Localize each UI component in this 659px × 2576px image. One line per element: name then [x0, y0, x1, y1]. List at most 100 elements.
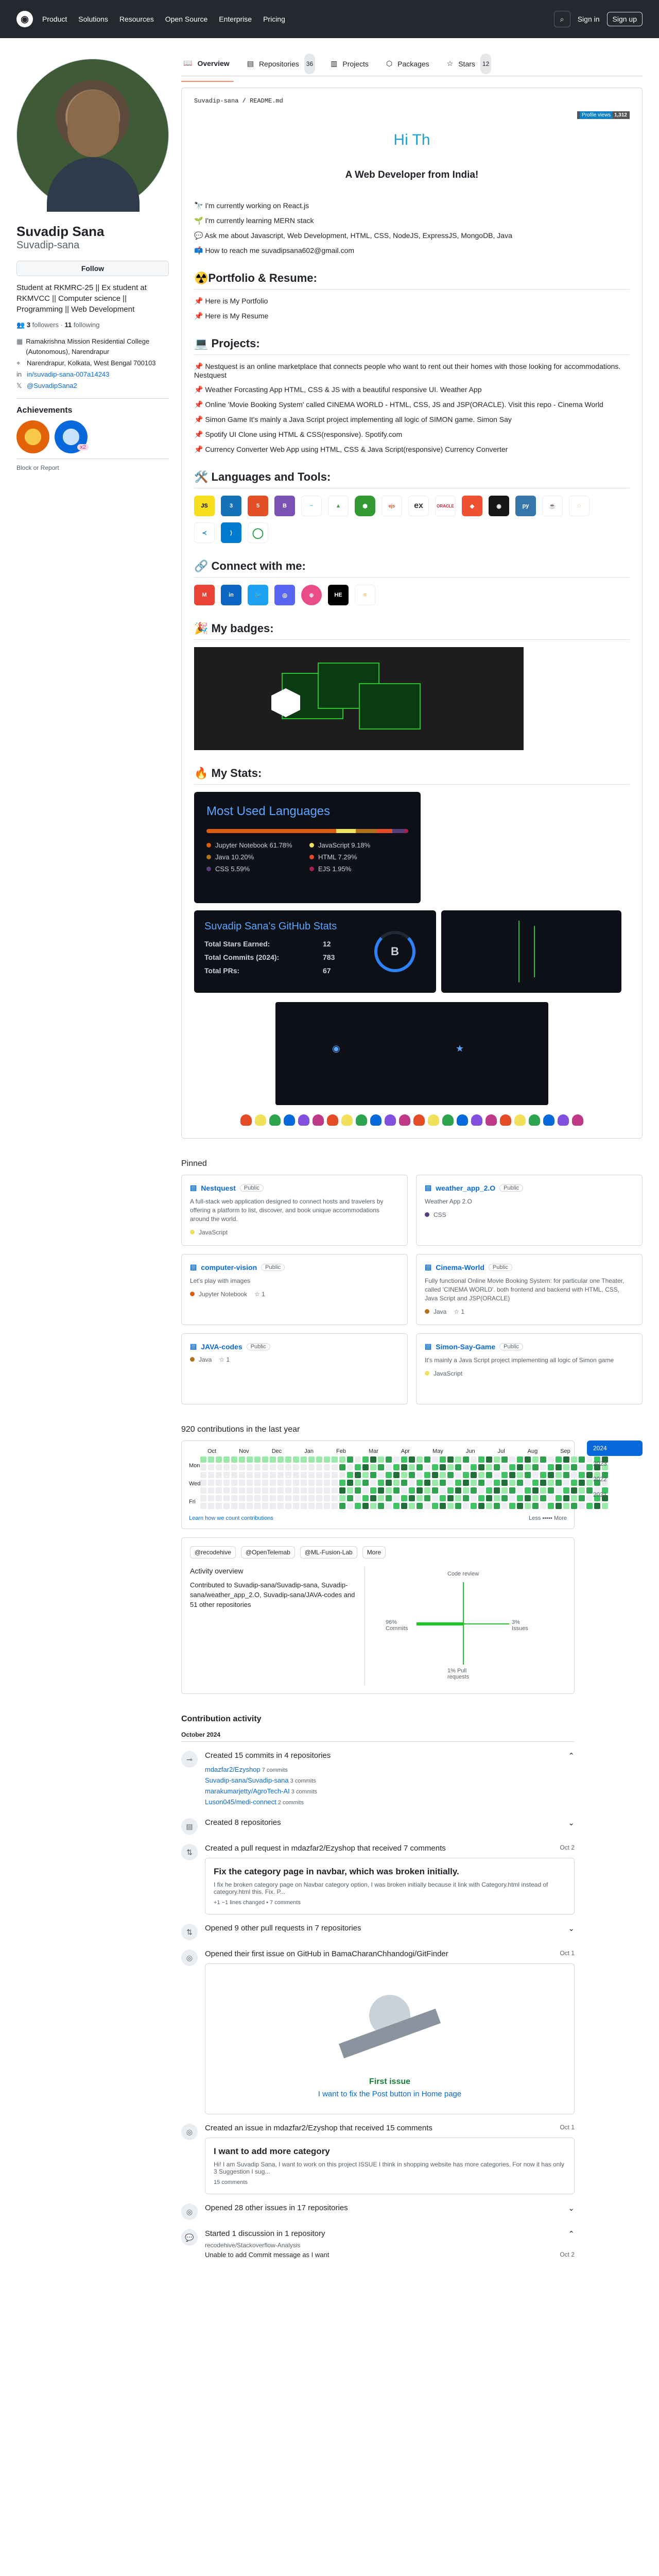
- discussion-repo[interactable]: recodehive/Stackoverflow-Analysis: [205, 2242, 575, 2249]
- project-item[interactable]: 📌 Nestquest is an online marketplace tha…: [194, 362, 630, 379]
- pinned-repo-card[interactable]: ▤ weather_app_2.O Public Weather App 2.O CSS: [416, 1175, 643, 1246]
- tab-repositories[interactable]: ▤ Repositories 36: [245, 46, 317, 81]
- following-count[interactable]: 11: [65, 321, 72, 329]
- achievement-badge[interactable]: [16, 420, 49, 453]
- nav-product[interactable]: Product: [42, 15, 67, 23]
- git-icon[interactable]: ◆: [462, 496, 482, 516]
- org-filter[interactable]: More: [362, 1546, 386, 1558]
- profile-twitter[interactable]: @SuvadipSana2: [27, 381, 77, 391]
- block-report-link[interactable]: Block or Report: [16, 459, 169, 471]
- year-button[interactable]: 2021: [587, 1487, 643, 1502]
- followers-count[interactable]: 3: [27, 321, 30, 329]
- project-item[interactable]: 📌 Spotify UI Clone using HTML & CSS(resp…: [194, 430, 630, 439]
- intro-item[interactable]: 📫 How to reach me suvadipsana602@gmail.c…: [194, 246, 630, 255]
- nav-pricing[interactable]: Pricing: [263, 15, 285, 23]
- project-item[interactable]: 📌 Weather Forcasting App HTML, CSS & JS …: [194, 385, 630, 394]
- year-button[interactable]: 2024: [587, 1440, 643, 1456]
- sign-up-button[interactable]: Sign up: [606, 12, 643, 26]
- jupyter-icon[interactable]: ◌: [569, 496, 589, 516]
- pinned-repo-card[interactable]: ▤ computer-vision Public Let's play with im…: [181, 1254, 408, 1325]
- nav-open-source[interactable]: Open Source: [165, 15, 208, 23]
- org-filter[interactable]: @recodehive: [190, 1546, 236, 1558]
- chevron-icon[interactable]: ⌄: [568, 1818, 575, 1827]
- org-filter[interactable]: @ML-Fusion-Lab: [300, 1546, 357, 1558]
- pinned-repo-name[interactable]: Simon-Say-Game: [436, 1343, 495, 1351]
- achievement-badge[interactable]: x2: [55, 420, 89, 453]
- twitter-icon[interactable]: 🐦: [248, 585, 268, 605]
- commit-repo-name[interactable]: Suvadip-sana/Suvadip-sana: [205, 1776, 289, 1784]
- pinned-repo-card[interactable]: ▤ Simon-Say-Game Public It's mainly a Java …: [416, 1333, 643, 1404]
- pinned-repo-name[interactable]: weather_app_2.O: [436, 1184, 495, 1192]
- follow-button[interactable]: Follow: [16, 261, 169, 276]
- portfolio-link[interactable]: 📌 Here is My Portfolio: [194, 297, 630, 306]
- activity-summary[interactable]: Opened their first issue on GitHub in Ba…: [205, 1950, 448, 1958]
- activity-summary[interactable]: Created 8 repositories: [205, 1818, 281, 1827]
- repo-stars[interactable]: ☆ 1: [254, 1291, 265, 1298]
- achievements-heading[interactable]: Achievements: [16, 406, 169, 415]
- pinned-repo-name[interactable]: computer-vision: [201, 1263, 257, 1272]
- stackoverflow-icon[interactable]: ≡: [355, 585, 375, 605]
- search-icon[interactable]: ⌕: [553, 11, 570, 27]
- chevron-icon[interactable]: ⌃: [568, 1751, 575, 1760]
- chevron-icon[interactable]: ⌄: [568, 2204, 575, 2213]
- project-item[interactable]: 📌 Online 'Movie Booking System' called C…: [194, 400, 630, 409]
- netlify-icon[interactable]: ◯: [248, 522, 268, 543]
- vscode-icon[interactable]: ⟩: [221, 522, 241, 543]
- tab-projects[interactable]: ▥ Projects: [328, 46, 373, 81]
- commit-repo-name[interactable]: mdazfar2/Ezyshop: [205, 1766, 261, 1773]
- java-icon[interactable]: ☕: [542, 496, 563, 516]
- express-icon[interactable]: ex: [408, 496, 429, 516]
- mongodb-icon[interactable]: ▲: [328, 496, 349, 516]
- pinned-repo-card[interactable]: ▤ JAVA-codes Public Java ☆ 1: [181, 1333, 408, 1404]
- github-icon[interactable]: ◉: [489, 496, 509, 516]
- chevron-icon[interactable]: ⌃: [568, 2229, 575, 2239]
- followers-label[interactable]: followers: [32, 321, 59, 329]
- tab-packages[interactable]: ⬡ Packages: [384, 46, 433, 81]
- css3-icon[interactable]: 3: [221, 496, 241, 516]
- discussion-title[interactable]: Unable to add Commit message as I want: [205, 2251, 329, 2259]
- gmail-icon[interactable]: M: [194, 585, 215, 605]
- profile-site[interactable]: in/suvadip-sana-007a14243: [27, 369, 109, 380]
- pinned-repo-name[interactable]: JAVA-codes: [201, 1343, 242, 1351]
- activity-summary[interactable]: Opened 9 other pull requests in 7 reposi…: [205, 1924, 361, 1933]
- year-button[interactable]: 2022: [587, 1471, 643, 1487]
- repo-stars[interactable]: ☆ 1: [454, 1308, 464, 1315]
- activity-summary[interactable]: Opened 28 other issues in 17 repositorie…: [205, 2204, 348, 2213]
- nav-resources[interactable]: Resources: [119, 15, 154, 23]
- readme-path[interactable]: Suvadip-sana / README.md: [194, 97, 630, 105]
- vscode-icon[interactable]: ≺: [194, 522, 215, 543]
- year-button[interactable]: 2023: [587, 1456, 643, 1471]
- pinned-repo-name[interactable]: Nestquest: [201, 1184, 236, 1192]
- project-item[interactable]: 📌 Currency Converter Web App using HTML,…: [194, 445, 630, 454]
- commit-repo-name[interactable]: marakumarjetty/AgroTech-AI: [205, 1787, 290, 1795]
- chevron-icon[interactable]: ⌄: [568, 1924, 575, 1933]
- pinned-repo-name[interactable]: Cinema-World: [436, 1263, 484, 1272]
- activity-summary[interactable]: Created 15 commits in 4 repositories: [205, 1751, 331, 1760]
- html5-icon[interactable]: 5: [248, 496, 268, 516]
- ejs-icon[interactable]: ejs: [381, 496, 402, 516]
- hackerearth-icon[interactable]: HE: [328, 585, 349, 605]
- activity-summary[interactable]: Started 1 discussion in 1 repository: [205, 2229, 325, 2239]
- pinned-repo-card[interactable]: ▤ Nestquest Public A full-stack web applica…: [181, 1175, 408, 1246]
- nav-enterprise[interactable]: Enterprise: [219, 15, 252, 23]
- contributed-repos[interactable]: Contributed to Suvadip-sana/Suvadip-sana…: [190, 1580, 356, 1609]
- repo-stars[interactable]: ☆ 1: [219, 1356, 230, 1363]
- oracle-icon[interactable]: ORACLE: [435, 496, 456, 516]
- discord-icon[interactable]: ◎: [274, 585, 295, 605]
- bootstrap-icon[interactable]: B: [274, 496, 295, 516]
- linkedin-icon[interactable]: in: [221, 585, 241, 605]
- javascript-icon[interactable]: JS: [194, 496, 215, 516]
- issue-title[interactable]: I want to add more category: [214, 2146, 566, 2157]
- resume-link[interactable]: 📌 Here is My Resume: [194, 312, 630, 320]
- tab-overview[interactable]: 📖 Overview: [181, 46, 234, 82]
- tab-stars[interactable]: ☆ Stars 12: [445, 46, 494, 81]
- sign-in-link[interactable]: Sign in: [578, 15, 600, 23]
- following-label[interactable]: following: [74, 321, 100, 329]
- github-logo-icon[interactable]: ◉: [16, 11, 33, 27]
- project-item[interactable]: 📌 Simon Game It's mainly a Java Script p…: [194, 415, 630, 424]
- pinned-repo-card[interactable]: ▤ Cinema-World Public Fully functional Onli…: [416, 1254, 643, 1325]
- nodejs-icon[interactable]: ⬢: [355, 496, 375, 516]
- commit-repo-name[interactable]: Luson045/medi-connect: [205, 1798, 276, 1806]
- dribbble-icon[interactable]: ⊕: [301, 585, 322, 605]
- org-filter[interactable]: @OpenTelemab: [240, 1546, 295, 1558]
